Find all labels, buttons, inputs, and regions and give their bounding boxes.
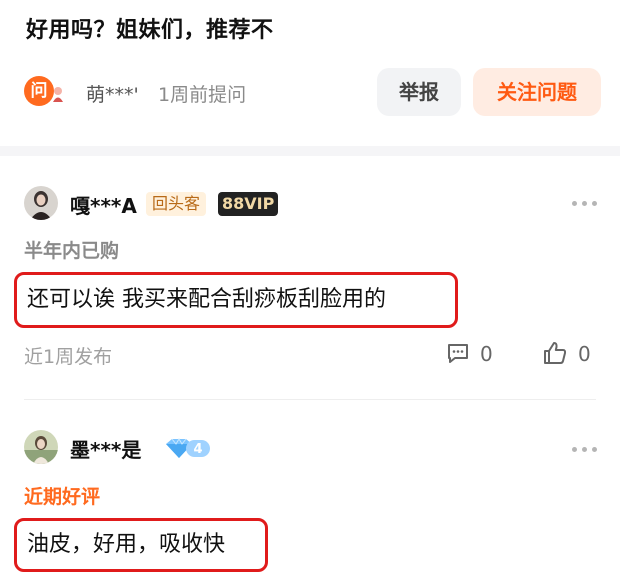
comment-count: 0 [480,342,493,366]
asker-avatar: 问 [24,76,54,106]
avatar[interactable] [24,430,58,464]
more-icon[interactable] [570,198,600,208]
thumbs-up-icon[interactable] [542,340,568,366]
avatar[interactable] [24,186,58,220]
answer-divider [24,399,596,400]
answer-card: 嘎***A 回头客 88VIP 半年内已购 还可以诶 我买来配合刮痧板刮脸用的 … [0,160,620,400]
avatar-badge-icon [53,87,63,102]
question-title: 好用吗？姐妹们，推荐不 [26,18,274,43]
post-time: 近1周发布 [24,346,113,368]
like-count: 0 [578,342,591,366]
returning-customer-badge: 回头客 [146,192,207,216]
user-name[interactable]: 嘎***A [70,190,137,219]
ask-time: 1周前提问 [158,84,247,106]
answer-card: 墨***是 4 近期好评 油皮，好用，吸收快 [0,408,620,576]
report-button[interactable]: 举报 [377,68,461,116]
vip-badge: 88VIP [218,192,279,216]
answer-content: 油皮，好用，吸收快 [14,518,268,572]
more-icon[interactable] [570,444,600,454]
follow-question-button[interactable]: 关注问题 [473,68,601,116]
user-name[interactable]: 墨***是 [70,434,141,463]
section-divider [0,146,620,156]
user-avatar-image [24,430,58,464]
asker-name: 萌***' [86,84,139,106]
purchase-info: 半年内已购 [24,240,120,262]
comment-icon[interactable] [446,341,470,365]
review-label: 近期好评 [24,486,101,508]
asker-row: 问 萌***' 1周前提问 举报 关注问题 [24,68,604,116]
answer-content: 还可以诶 我买来配合刮痧板刮脸用的 [14,272,458,328]
level-number: 4 [193,442,202,457]
user-avatar-image [24,186,58,220]
diamond-level-icon: 4 [166,438,210,458]
